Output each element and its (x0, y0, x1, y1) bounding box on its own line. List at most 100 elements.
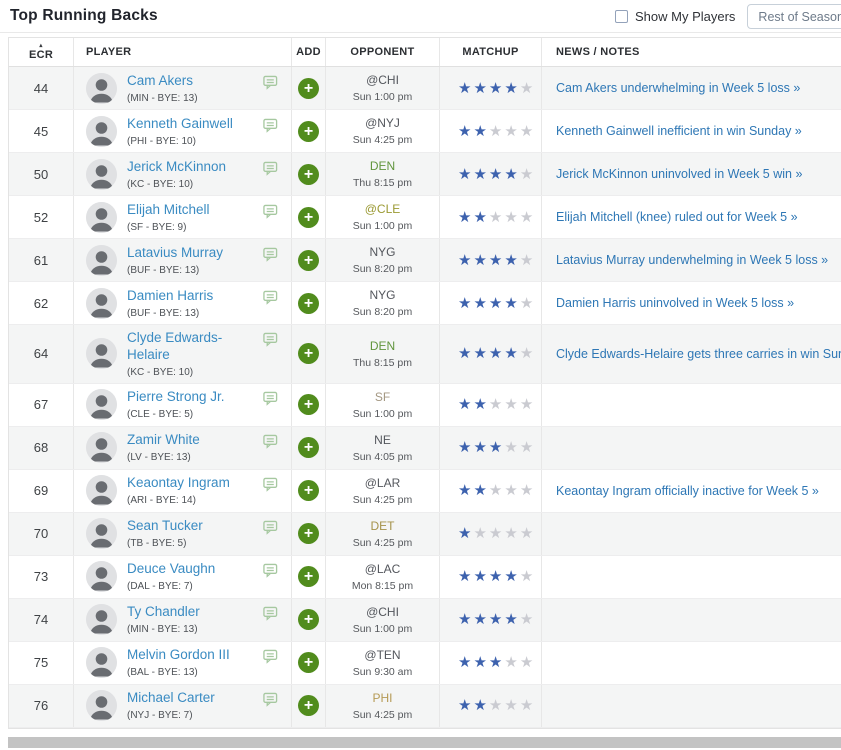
add-player-button[interactable]: + (298, 566, 319, 587)
player-cell: Keaontay Ingram (ARI - BYE: 14) (74, 470, 292, 512)
column-header-player[interactable]: PLAYER (74, 38, 292, 66)
show-my-players-checkbox[interactable] (615, 10, 628, 23)
show-my-players-label[interactable]: Show My Players (635, 9, 735, 24)
player-name-link[interactable]: Damien Harris (127, 288, 213, 305)
star-icon: ★ (504, 295, 519, 312)
player-name-link[interactable]: Cam Akers (127, 73, 193, 90)
news-link[interactable]: Kenneth Gainwell inefficient in win Sund… (556, 124, 802, 138)
matchup-cell: ★★★★★ (440, 556, 542, 598)
player-name-link[interactable]: Keaontay Ingram (127, 475, 230, 492)
add-player-button[interactable]: + (298, 207, 319, 228)
opponent-abbr: @TEN (364, 648, 400, 662)
player-notes-icon[interactable] (263, 518, 278, 535)
column-header-opponent[interactable]: OPPONENT (326, 38, 440, 66)
news-link[interactable]: Clyde Edwards-Helaire gets three carries… (556, 347, 841, 361)
add-player-button[interactable]: + (298, 480, 319, 501)
star-icon: ★ (520, 439, 535, 456)
player-name-link[interactable]: Jerick McKinnon (127, 159, 226, 176)
player-notes-icon[interactable] (263, 647, 278, 664)
add-player-button[interactable]: + (298, 250, 319, 271)
add-player-button[interactable]: + (298, 343, 319, 364)
player-name-link[interactable]: Deuce Vaughn (127, 561, 215, 578)
star-icon: ★ (489, 396, 504, 413)
player-notes-icon[interactable] (263, 288, 278, 305)
star-icon: ★ (489, 697, 504, 714)
star-icon: ★ (473, 396, 488, 413)
column-header-matchup[interactable]: MATCHUP (440, 38, 542, 66)
news-link[interactable]: Cam Akers underwhelming in Week 5 loss » (556, 81, 800, 95)
news-link[interactable]: Jerick McKinnon uninvolved in Week 5 win… (556, 167, 802, 181)
player-name-link[interactable]: Ty Chandler (127, 604, 200, 621)
player-notes-icon[interactable] (263, 432, 278, 449)
ecr-cell: 67 (9, 384, 74, 426)
news-link[interactable]: Keaontay Ingram officially inactive for … (556, 484, 819, 498)
ecr-value: 70 (34, 526, 48, 541)
player-notes-icon[interactable] (263, 202, 278, 219)
column-header-label: NEWS / NOTES (556, 46, 640, 58)
add-player-button[interactable]: + (298, 609, 319, 630)
add-player-button[interactable]: + (298, 164, 319, 185)
player-team-bye: (CLE - BYE: 5) (127, 409, 291, 420)
player-avatar (86, 389, 117, 420)
add-player-button[interactable]: + (298, 78, 319, 99)
table-row: 67 Pierre Strong Jr. (9, 384, 841, 427)
player-name-link[interactable]: Elijah Mitchell (127, 202, 210, 219)
horizontal-scrollbar-thumb[interactable] (8, 737, 841, 748)
player-notes-icon[interactable] (263, 561, 278, 578)
news-link[interactable]: Elijah Mitchell (knee) ruled out for Wee… (556, 210, 798, 224)
star-icon: ★ (458, 611, 473, 628)
player-name-link[interactable]: Melvin Gordon III (127, 647, 230, 664)
player-name-link[interactable]: Michael Carter (127, 690, 215, 707)
star-icon: ★ (473, 252, 488, 269)
ecr-value: 74 (34, 612, 48, 627)
matchup-star-rating: ★★★★★ (458, 440, 535, 455)
add-player-button[interactable]: + (298, 652, 319, 673)
add-player-button[interactable]: + (298, 293, 319, 314)
player-cell: Zamir White (LV - BYE: 13) (74, 427, 292, 469)
star-icon: ★ (504, 439, 519, 456)
player-notes-icon[interactable] (263, 73, 278, 90)
player-cell: Elijah Mitchell (SF - BYE: 9) (74, 196, 292, 238)
column-header-news-notes[interactable]: NEWS / NOTES (542, 38, 841, 66)
ecr-cell: 61 (9, 239, 74, 281)
add-player-button[interactable]: + (298, 695, 319, 716)
player-notes-icon[interactable] (263, 690, 278, 707)
ecr-value: 61 (34, 253, 48, 268)
add-player-button[interactable]: + (298, 121, 319, 142)
player-name-link[interactable]: Zamir White (127, 432, 200, 449)
player-name-link[interactable]: Pierre Strong Jr. (127, 389, 225, 406)
player-name-link[interactable]: Kenneth Gainwell (127, 116, 233, 133)
player-notes-icon[interactable] (263, 245, 278, 262)
player-notes-icon[interactable] (263, 330, 278, 347)
opponent-game-time: Sun 4:05 pm (353, 451, 413, 463)
player-notes-icon[interactable] (263, 475, 278, 492)
opponent-abbr: @CLE (365, 202, 401, 216)
player-notes-icon[interactable] (263, 389, 278, 406)
column-header-label: ADD (296, 46, 321, 58)
news-link[interactable]: Latavius Murray underwhelming in Week 5 … (556, 253, 828, 267)
column-header-add[interactable]: ADD (292, 38, 326, 66)
player-notes-icon[interactable] (263, 604, 278, 621)
star-icon: ★ (489, 439, 504, 456)
column-header-ecr[interactable]: ▴ ECR (9, 38, 74, 66)
star-icon: ★ (489, 80, 504, 97)
matchup-cell: ★★★★★ (440, 239, 542, 281)
star-icon: ★ (520, 568, 535, 585)
player-name-link[interactable]: Latavius Murray (127, 245, 223, 262)
matchup-cell: ★★★★★ (440, 325, 542, 383)
star-icon: ★ (458, 345, 473, 362)
star-icon: ★ (473, 654, 488, 671)
add-player-button[interactable]: + (298, 394, 319, 415)
player-notes-icon[interactable] (263, 116, 278, 133)
matchup-star-rating: ★★★★★ (458, 655, 535, 670)
player-notes-icon[interactable] (263, 159, 278, 176)
player-name-link[interactable]: Clyde Edwards-Helaire (127, 330, 263, 364)
star-icon: ★ (458, 123, 473, 140)
player-name-link[interactable]: Sean Tucker (127, 518, 203, 535)
add-player-button[interactable]: + (298, 523, 319, 544)
season-filter-select[interactable]: Rest of Season (747, 4, 841, 29)
opponent-game-time: Sun 4:25 pm (353, 494, 413, 506)
horizontal-scrollbar[interactable] (8, 737, 841, 748)
news-link[interactable]: Damien Harris uninvolved in Week 5 loss … (556, 296, 794, 310)
add-player-button[interactable]: + (298, 437, 319, 458)
